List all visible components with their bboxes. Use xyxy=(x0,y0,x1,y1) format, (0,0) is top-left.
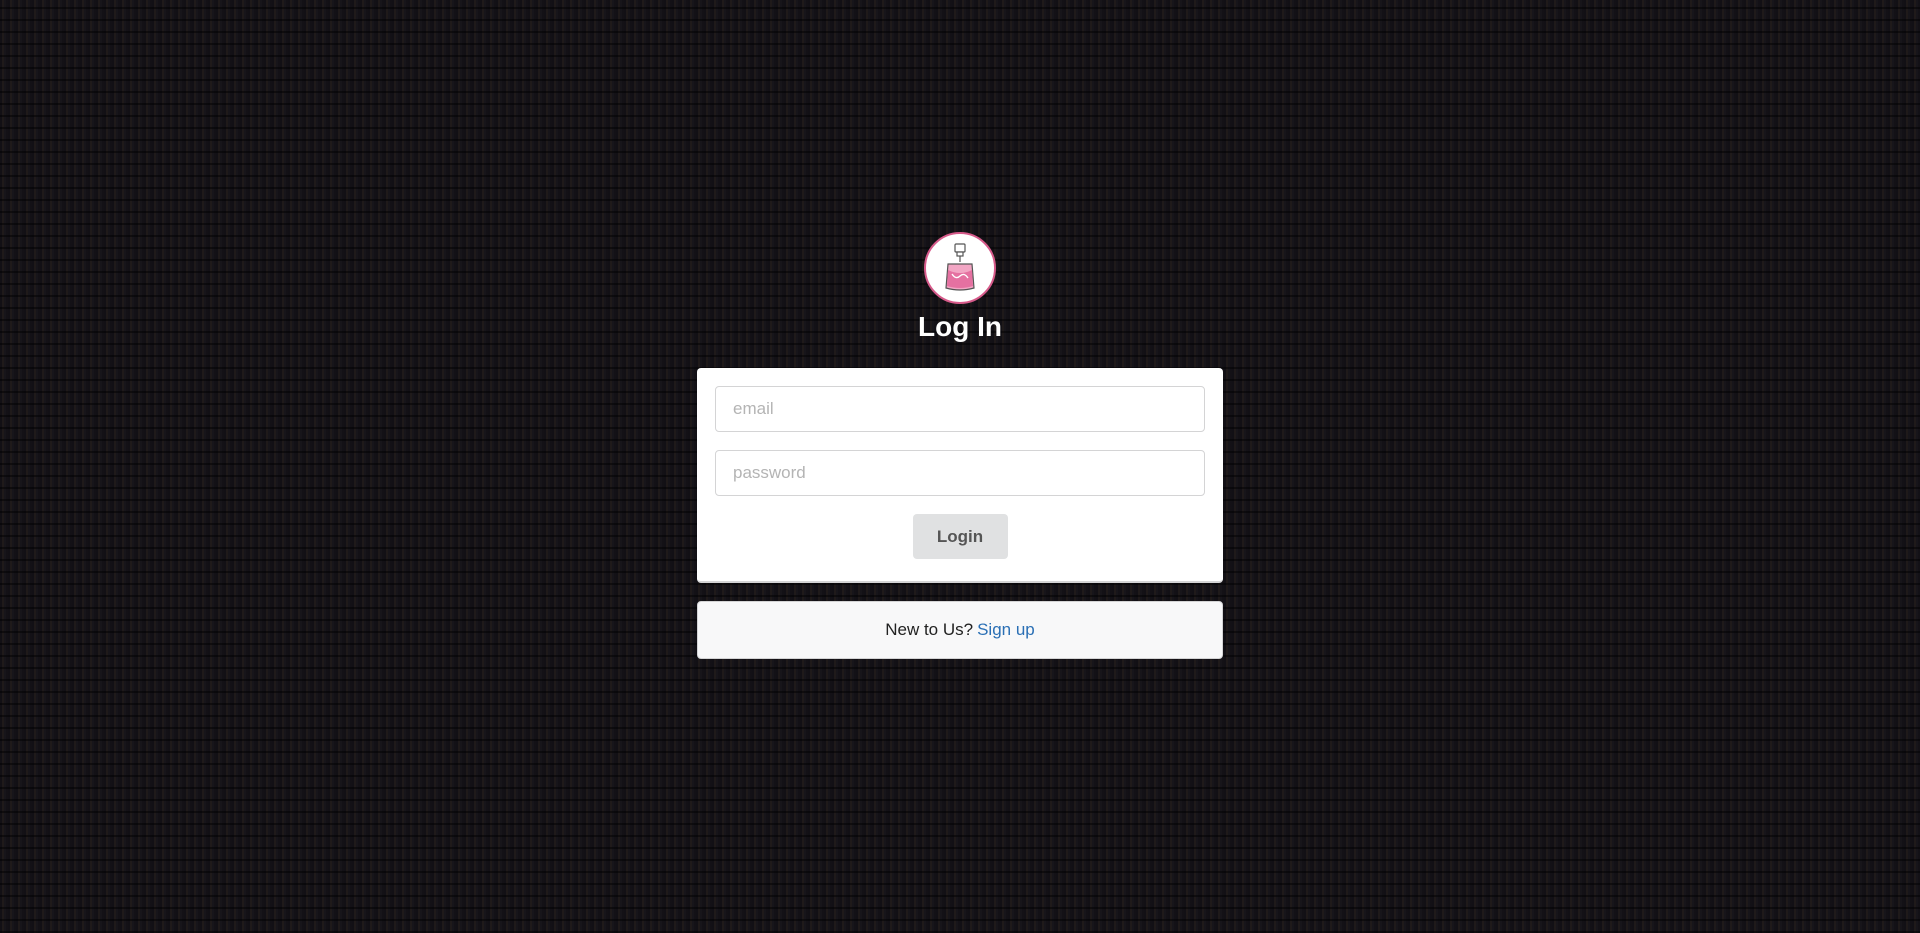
email-input[interactable] xyxy=(715,386,1205,432)
perfume-bottle-icon xyxy=(945,243,975,291)
password-input[interactable] xyxy=(715,450,1205,496)
login-button[interactable]: Login xyxy=(912,514,1008,559)
login-container: Log In Login New to Us? Sign up xyxy=(697,232,1223,659)
logo-badge xyxy=(924,232,996,304)
signup-message: New to Us? Sign up xyxy=(697,601,1223,659)
login-form: Login xyxy=(697,368,1223,583)
button-row: Login xyxy=(715,514,1205,559)
signup-prompt: New to Us? xyxy=(885,620,974,639)
signup-link[interactable]: Sign up xyxy=(977,620,1035,640)
page-title: Log In xyxy=(918,311,1002,342)
page-background: { "logo": { "icon": "perfume-bottle-icon… xyxy=(0,0,1920,933)
